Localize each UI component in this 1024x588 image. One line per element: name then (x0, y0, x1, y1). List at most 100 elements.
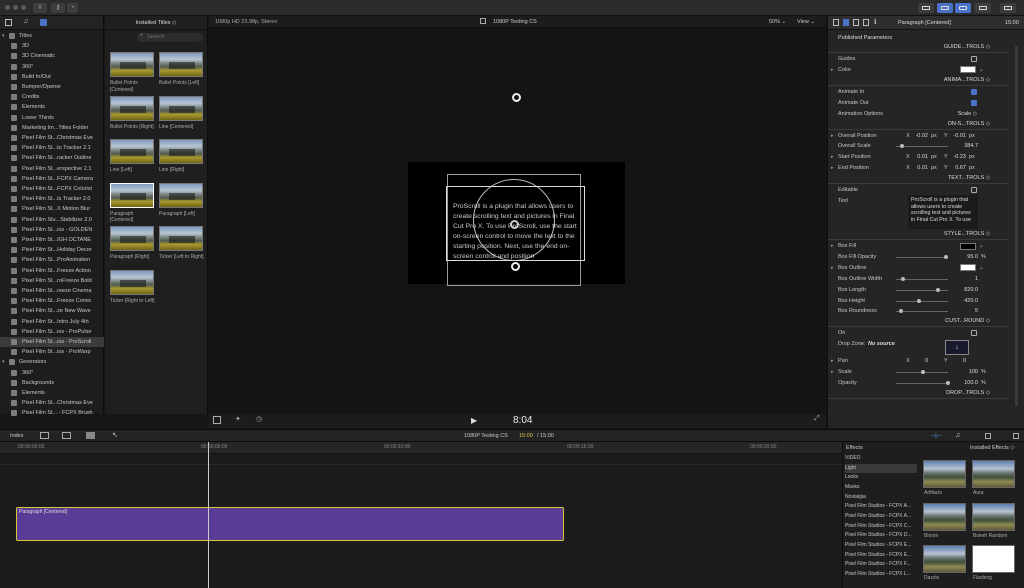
expand-arrow-icon[interactable]: ▸ (831, 367, 834, 377)
parameter-value[interactable]: 100 (948, 367, 978, 377)
color-well[interactable] (960, 264, 976, 272)
expand-arrow-icon[interactable]: ▸ (831, 163, 834, 173)
parameter-value[interactable]: 384.7 (948, 141, 978, 151)
select-tool-icon[interactable]: ↖ (112, 431, 118, 439)
sidebar-item[interactable]: 3D (0, 41, 104, 51)
text-field[interactable]: ProScroll is a plugin that allows users … (908, 195, 978, 229)
parameter-value[interactable]: 820.0 (948, 285, 978, 295)
sidebar-item[interactable]: Pixel Film St...X Motion Blur (0, 204, 104, 214)
append-icon[interactable] (40, 432, 49, 439)
sidebar-item[interactable]: Pixel Film St...FCPX Camera (0, 174, 104, 184)
expand-arrow-icon[interactable]: ▸ (831, 356, 834, 366)
parameter-slider[interactable] (896, 383, 948, 384)
parameter-value[interactable]: 0.01 (898, 152, 928, 162)
parameter-value[interactable]: 1 (948, 274, 978, 284)
effect-thumbnail[interactable] (923, 545, 966, 573)
transform-icon[interactable] (213, 416, 221, 424)
parameter-value[interactable]: -0.01 (936, 131, 966, 141)
slider-knob[interactable] (901, 276, 905, 281)
sidebar-item[interactable]: 360° (0, 62, 104, 72)
zoom-window-button[interactable] (21, 5, 26, 10)
parameter-section[interactable]: GUIDE...TROLS ◇ (828, 43, 1008, 53)
search-input[interactable]: Search (137, 33, 203, 42)
library-view-toggle[interactable] (918, 3, 934, 13)
parameter-checkbox[interactable] (971, 56, 977, 62)
title-thumbnail[interactable] (159, 139, 203, 164)
chevron-down-icon[interactable]: ⌄ (979, 263, 984, 273)
title-thumbnail[interactable] (110, 269, 154, 295)
text-inspector-icon[interactable] (853, 19, 859, 26)
parameter-slider[interactable] (896, 146, 948, 148)
effects-category-item[interactable]: Pixel Film Studios - FCPX E... (845, 551, 917, 560)
sidebar-item[interactable]: Pixel Film St...Holiday Decor (0, 245, 104, 255)
installed-effects-menu[interactable]: Installed Effects ◇ (970, 445, 1014, 451)
effects-category-item[interactable]: Pixel Film Studios - FCPX F... (845, 560, 917, 569)
sidebar-item[interactable]: 3D Cinematic (0, 51, 104, 61)
sidebar-item[interactable]: Elements (0, 388, 104, 398)
sidebar-item[interactable]: Pixel Film St...Freeze Action (0, 266, 104, 276)
effects-category-item[interactable]: Light (845, 463, 917, 473)
title-inspector-icon[interactable] (843, 19, 849, 26)
disclosure-triangle-icon[interactable]: ▾ (2, 357, 5, 367)
effects-category-item[interactable]: Nostalgia (845, 493, 917, 502)
close-window-button[interactable] (5, 5, 10, 10)
slider-knob[interactable] (898, 309, 903, 314)
sidebar-item[interactable]: Pixel Film St...erspective 2.1 (0, 164, 104, 174)
sidebar-item[interactable]: Pixel Film St...ios - GOLDEN (0, 225, 104, 235)
parameter-section[interactable]: ANIMA...TROLS ◇ (828, 76, 1008, 86)
color-well[interactable] (960, 66, 976, 74)
parameter-value[interactable]: 100.0 (948, 378, 978, 388)
effect-thumbnail[interactable] (972, 502, 1015, 531)
effect-thumbnail[interactable] (923, 502, 966, 531)
slider-knob[interactable] (899, 144, 904, 149)
enhance-icon[interactable]: ✦ (235, 415, 241, 423)
title-thumbnail[interactable] (110, 95, 154, 121)
parameter-value[interactable]: 0 (936, 356, 966, 366)
sidebar-item[interactable]: Pixel Film St...ProAnimation (0, 255, 104, 265)
parameter-slider[interactable] (896, 300, 948, 302)
import-button[interactable]: ⇩ (33, 3, 47, 13)
title-thumbnail[interactable] (110, 182, 154, 208)
sidebar-item[interactable]: Pixel Film St...Christmas Eve (0, 398, 104, 408)
title-thumbnail[interactable] (110, 139, 154, 164)
sidebar-item[interactable]: Pixel Film St...Christmas Eve (0, 133, 104, 143)
expand-arrow-icon[interactable]: ▸ (831, 241, 834, 251)
sidebar-item[interactable]: Pixel Film St...Freeze Comic (0, 296, 104, 306)
sidebar-item[interactable]: Pixel Film St...ze New Wave (0, 306, 104, 316)
disclosure-triangle-icon[interactable]: ▾ (2, 31, 5, 41)
sidebar-item[interactable]: Backgrounds (0, 378, 104, 388)
sidebar-item[interactable]: Bumper/Opener (0, 82, 104, 92)
start-position-handle[interactable] (512, 93, 521, 102)
index-button[interactable]: Index (10, 433, 23, 439)
filter-icon[interactable] (863, 19, 869, 26)
slider-knob[interactable] (917, 298, 921, 303)
parameter-value[interactable]: 420.0 (948, 296, 978, 306)
viewer-layout-toggle[interactable] (975, 3, 991, 13)
titles-icon[interactable] (40, 19, 47, 26)
expand-arrow-icon[interactable]: ▸ (831, 65, 834, 75)
audio-skimming-icon[interactable]: ⊣⊢ (930, 432, 942, 440)
sidebar-item[interactable]: Pixel Film St...roFreeze Bold (0, 276, 104, 286)
effects-category-item[interactable]: Pixel Film Studios - FCPX C... (845, 522, 917, 531)
play-button[interactable]: ▶ (471, 416, 477, 425)
sidebar-item[interactable]: Build In/Out (0, 72, 104, 82)
parameter-slider[interactable] (896, 289, 948, 291)
title-thumbnail[interactable] (110, 226, 154, 251)
view-menu[interactable]: View ⌄ (797, 19, 815, 25)
browser-title[interactable]: Installed Titles ◇ (105, 16, 207, 30)
sidebar-item[interactable]: Credits (0, 92, 104, 102)
effect-thumbnail[interactable] (923, 460, 966, 488)
sidebar-item[interactable]: Pixel Film Stu...Stabilizer 2.0 (0, 215, 104, 225)
headphones-icon[interactable]: ♫ (955, 432, 960, 439)
sidebar-item[interactable]: Pixel Film St...reeze Cinema (0, 286, 104, 296)
sidebar-item[interactable]: Pixel Film St...racker Outline (0, 153, 104, 163)
parameter-section[interactable]: TEXT...TROLS ◇ (828, 174, 1008, 185)
title-thumbnail[interactable] (159, 52, 203, 77)
effects-category-item[interactable]: VIDEO (845, 454, 917, 463)
parameter-value[interactable]: 5 (948, 306, 978, 316)
effect-thumbnail[interactable] (972, 545, 1015, 573)
sidebar-item[interactable]: Pixel Film St...ios - ProWarp (0, 347, 104, 357)
expand-arrow-icon[interactable]: ▸ (831, 263, 834, 273)
parameter-value[interactable]: 0.01 (898, 163, 928, 173)
overwrite-icon[interactable] (86, 432, 95, 439)
